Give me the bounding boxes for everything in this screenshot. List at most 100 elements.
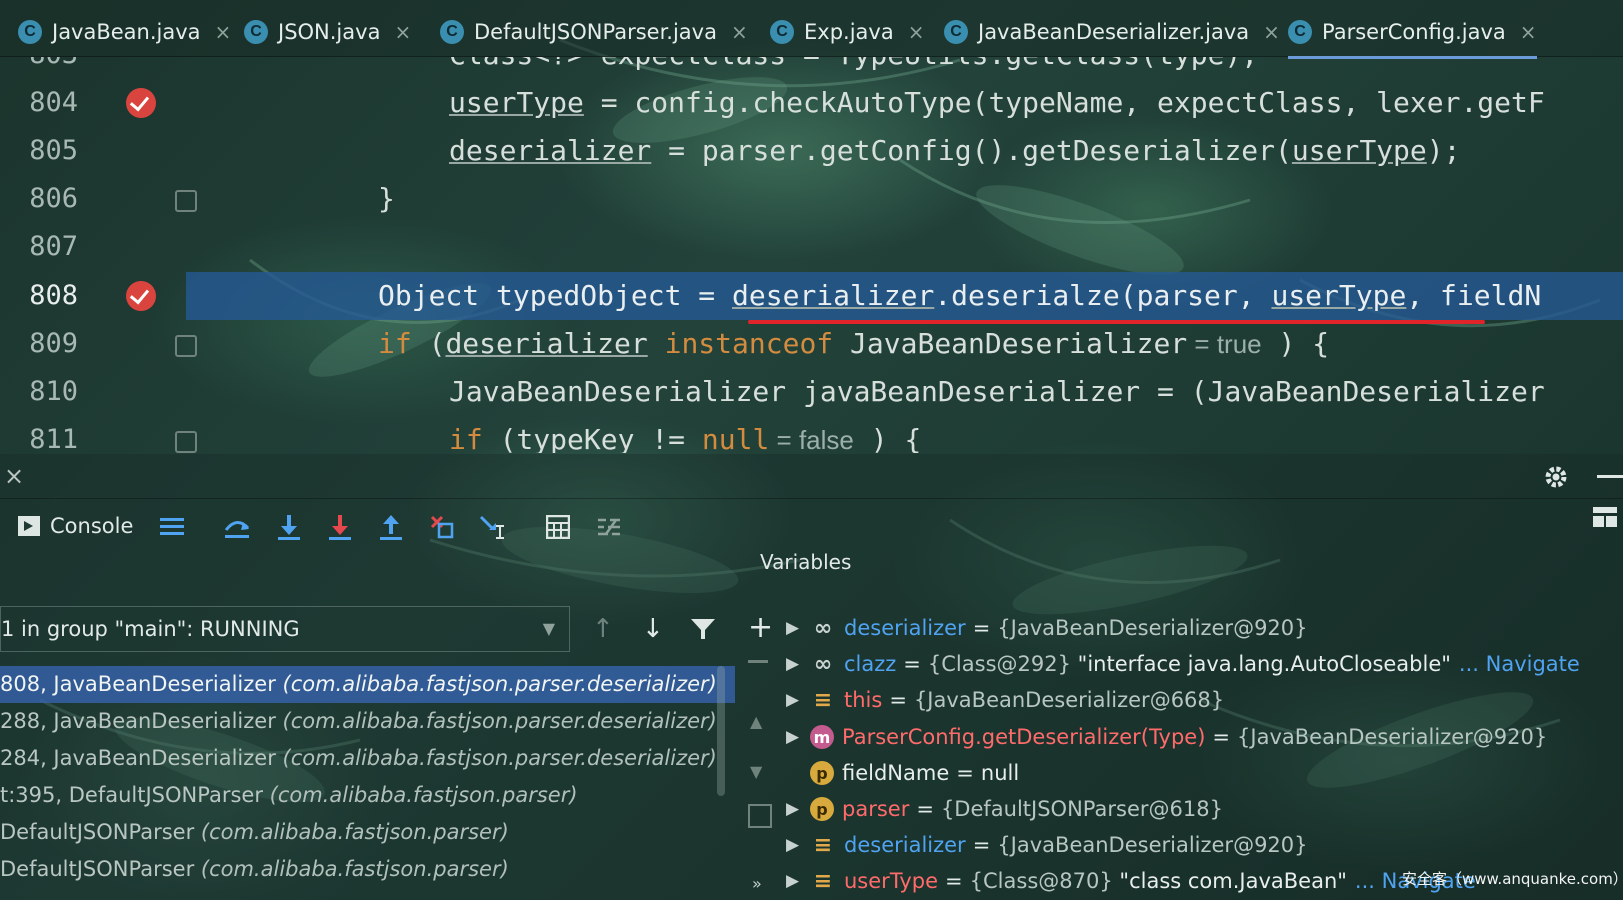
- step-out-icon[interactable]: [376, 512, 406, 542]
- fold-icon[interactable]: [175, 335, 197, 357]
- field-icon: ≡: [813, 832, 833, 858]
- fold-icon[interactable]: [175, 190, 197, 212]
- variable-row[interactable]: ▶ ≡ deserializer = {JavaBeanDeserializer@9…: [786, 827, 1308, 863]
- expand-arrow-icon[interactable]: ▶: [786, 618, 810, 638]
- code-text: deserializer = parser.getConfig().getDes…: [449, 134, 1461, 167]
- filter-icon[interactable]: [690, 617, 716, 645]
- minimize-icon[interactable]: [1597, 475, 1623, 478]
- debug-toolbar: Console: [0, 500, 740, 556]
- variable-row[interactable]: ▶ ∞ deserializer = {JavaBeanDeserializer@9…: [786, 610, 1308, 646]
- remove-watch-icon[interactable]: [748, 660, 768, 663]
- close-icon[interactable]: ×: [908, 20, 925, 44]
- tab-javabeandeserializer[interactable]: C JavaBeanDeserializer.java ×: [944, 8, 1280, 56]
- expand-arrow-icon[interactable]: ▶: [786, 654, 810, 674]
- close-icon[interactable]: ×: [4, 462, 24, 490]
- variable-row[interactable]: ▶ ≡ userType = {Class@870} "class com.Java…: [786, 863, 1476, 899]
- code-line: 804 userType = config.checkAutoType(type…: [0, 79, 1623, 127]
- more-icon[interactable]: »: [752, 874, 762, 893]
- variable-row[interactable]: p fieldName = null: [786, 755, 1019, 791]
- frame-item[interactable]: DefaultJSONParser (com.alibaba.fastjson.…: [0, 814, 735, 851]
- code-text: if (typeKey != null = false ) {: [449, 423, 922, 453]
- variables-title: Variables: [760, 550, 852, 574]
- trace-stream-icon[interactable]: [594, 512, 624, 542]
- variable-row[interactable]: ▶ m ParserConfig.getDeserializer(Type) ={…: [786, 719, 1547, 755]
- step-over-icon[interactable]: [222, 512, 252, 542]
- line-number: 808: [29, 280, 78, 311]
- debug-header: ×: [0, 454, 1623, 499]
- watermark: 安全客（www.anquanke.com）: [1402, 870, 1623, 888]
- class-icon: C: [770, 20, 794, 44]
- add-watch-icon[interactable]: +: [748, 610, 773, 645]
- run-to-cursor-icon[interactable]: [478, 512, 508, 542]
- code-text: if (deserializer instanceof JavaBeanDese…: [378, 327, 1330, 360]
- frame-item[interactable]: DefaultJSONParser (com.alibaba.fastjson.…: [0, 851, 735, 888]
- field-icon: ≡: [813, 687, 833, 713]
- move-down-icon[interactable]: ▼: [750, 762, 762, 781]
- line-number: 806: [29, 183, 78, 214]
- close-icon[interactable]: ×: [1263, 20, 1280, 44]
- tab-label: Exp.java: [804, 20, 894, 44]
- thread-selector[interactable]: 1 in group "main": RUNNING ▼: [0, 606, 570, 652]
- console-tab[interactable]: Console: [18, 514, 133, 538]
- fold-icon[interactable]: [175, 431, 197, 453]
- frame-item[interactable]: 808, JavaBeanDeserializer (com.alibaba.f…: [0, 666, 735, 703]
- evaluate-expression-icon[interactable]: [543, 512, 573, 542]
- variable-row[interactable]: ▶ ≡ this = {JavaBeanDeserializer@668}: [786, 682, 1224, 718]
- editor-tab-bar: C JavaBean.java × C JSON.java × C Defaul…: [0, 0, 1623, 59]
- arrow-down-icon[interactable]: ↓: [642, 614, 664, 644]
- close-icon[interactable]: ×: [215, 20, 232, 44]
- tab-label: ParserConfig.java: [1322, 20, 1506, 44]
- code-line: 807: [0, 223, 1623, 271]
- breakpoint-icon[interactable]: [126, 281, 156, 311]
- red-underline-annotation: [748, 320, 1485, 324]
- line-number: 811: [29, 424, 78, 453]
- scrollbar[interactable]: [717, 666, 725, 796]
- gear-icon[interactable]: [1543, 464, 1569, 494]
- copy-icon[interactable]: [748, 804, 772, 828]
- close-icon[interactable]: ×: [1520, 20, 1537, 44]
- expand-arrow-icon[interactable]: ▶: [786, 799, 810, 819]
- line-number: 804: [29, 87, 78, 118]
- code-line-current: 808 Object typedObject = deserializer.de…: [0, 272, 1623, 320]
- chevron-down-icon: ▼: [542, 619, 555, 638]
- tab-exp[interactable]: C Exp.java ×: [770, 8, 924, 56]
- field-icon: ≡: [813, 868, 833, 894]
- expand-arrow-icon[interactable]: ▶: [786, 690, 810, 710]
- close-icon[interactable]: ×: [731, 20, 748, 44]
- code-editor[interactable]: 803 Class<?> expectClass = TypeUtils.get…: [0, 57, 1623, 453]
- force-step-into-icon[interactable]: [325, 512, 355, 542]
- code-text: JavaBeanDeserializer javaBeanDeserialize…: [449, 375, 1545, 408]
- frame-item[interactable]: t:395, DefaultJSONParser (com.alibaba.fa…: [0, 777, 735, 814]
- expand-arrow-icon[interactable]: ▶: [786, 871, 810, 891]
- parameter-icon: p: [810, 761, 834, 785]
- watch-icon: ∞: [813, 651, 833, 677]
- move-up-icon[interactable]: ▲: [750, 712, 762, 731]
- navigate-link[interactable]: ... Navigate: [1459, 652, 1580, 676]
- code-text: }: [378, 182, 395, 215]
- frame-item[interactable]: 284, JavaBeanDeserializer (com.alibaba.f…: [0, 740, 735, 777]
- step-into-icon[interactable]: [274, 512, 304, 542]
- line-number: 805: [29, 135, 78, 166]
- class-icon: C: [1288, 20, 1312, 44]
- breakpoint-icon[interactable]: [126, 88, 156, 118]
- tab-parserconfig[interactable]: C ParserConfig.java ×: [1288, 8, 1537, 59]
- tab-label: DefaultJSONParser.java: [474, 20, 717, 44]
- frames-menu-icon[interactable]: [157, 512, 187, 542]
- frame-item[interactable]: 288, JavaBeanDeserializer (com.alibaba.f…: [0, 703, 735, 740]
- tab-javabean[interactable]: C JavaBean.java ×: [18, 8, 231, 56]
- variable-row[interactable]: ▶ p parser = {DefaultJSONParser@618}: [786, 791, 1223, 827]
- console-icon: [18, 516, 40, 536]
- expand-arrow-icon[interactable]: ▶: [786, 835, 810, 855]
- tab-json[interactable]: C JSON.java ×: [244, 8, 411, 56]
- arrow-up-icon[interactable]: ↑: [592, 614, 614, 644]
- method-icon: m: [810, 725, 834, 749]
- variable-row[interactable]: ▶ ∞ clazz = {Class@292} "interface java.la…: [786, 646, 1580, 682]
- code-line: 806 }: [0, 175, 1623, 223]
- expand-arrow-icon[interactable]: ▶: [786, 727, 810, 747]
- tab-defaultjsonparser[interactable]: C DefaultJSONParser.java ×: [440, 8, 748, 56]
- drop-frame-icon[interactable]: [427, 512, 457, 542]
- class-icon: C: [440, 20, 464, 44]
- layout-icon[interactable]: [1592, 504, 1618, 534]
- line-number: 810: [29, 376, 78, 407]
- close-icon[interactable]: ×: [394, 20, 411, 44]
